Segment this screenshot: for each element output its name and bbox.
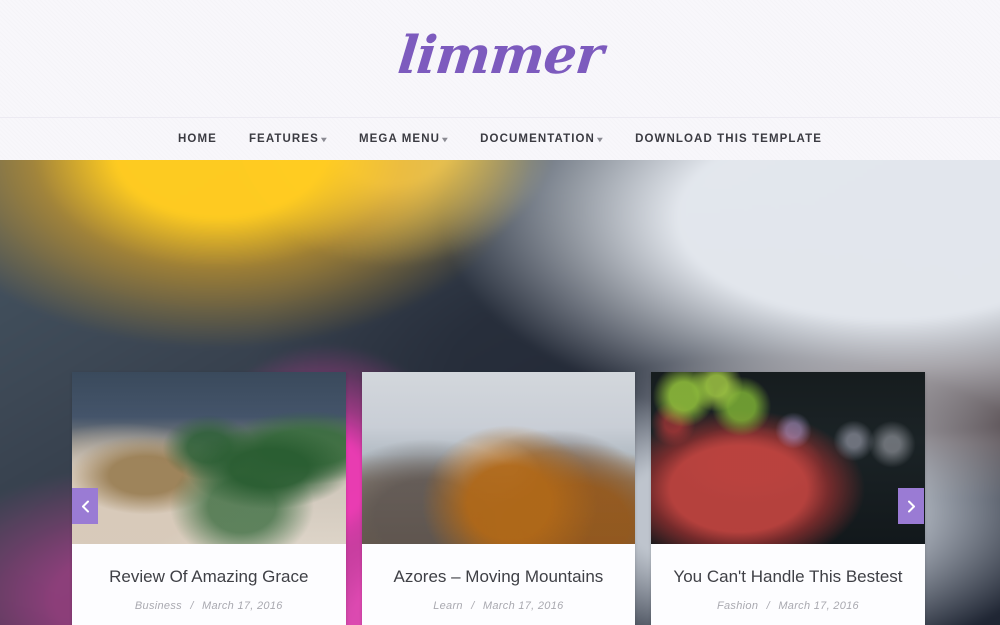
post-meta: Fashion / March 17, 2016 bbox=[665, 600, 911, 612]
nav-label-mega-menu: MEGA MENU bbox=[358, 132, 441, 145]
post-card-body: Azores – Moving Mountains Learn / March … bbox=[362, 544, 636, 625]
meta-separator: / bbox=[190, 600, 194, 613]
post-thumbnail-image bbox=[72, 372, 346, 544]
nav-label-features: FEATURES bbox=[248, 132, 319, 145]
post-card[interactable]: Review Of Amazing Grace Business / March… bbox=[72, 372, 346, 625]
site-header: limmer HOME FEATURES ▾ MEGA MENU ▾ DOCUM… bbox=[0, 0, 1000, 160]
post-category[interactable]: Fashion bbox=[717, 600, 758, 612]
nav-label-download-template: DOWNLOAD THIS TEMPLATE bbox=[635, 132, 822, 145]
post-thumbnail-image bbox=[361, 372, 636, 544]
chevron-left-icon bbox=[81, 500, 89, 512]
post-title[interactable]: Review Of Amazing Grace bbox=[86, 566, 332, 588]
post-meta: Business / March 17, 2016 bbox=[86, 600, 332, 612]
post-meta: Learn / March 17, 2016 bbox=[376, 600, 622, 612]
chevron-right-icon bbox=[907, 500, 915, 512]
post-date: March 17, 2016 bbox=[482, 600, 564, 613]
nav-item-download-template[interactable]: DOWNLOAD THIS TEMPLATE bbox=[619, 133, 838, 145]
post-title[interactable]: Azores – Moving Mountains bbox=[376, 566, 622, 588]
post-card-list: Review Of Amazing Grace Business / March… bbox=[72, 372, 925, 625]
post-card[interactable]: You Can't Handle This Bestest Fashion / … bbox=[651, 372, 925, 625]
post-card-body: You Can't Handle This Bestest Fashion / … bbox=[651, 544, 925, 625]
carousel-next-button[interactable] bbox=[898, 488, 924, 524]
chevron-down-icon: ▾ bbox=[321, 135, 328, 144]
nav-label-documentation: DOCUMENTATION bbox=[480, 132, 595, 145]
post-card[interactable]: Azores – Moving Mountains Learn / March … bbox=[361, 372, 636, 625]
nav-item-features[interactable]: FEATURES ▾ bbox=[233, 133, 343, 145]
post-category[interactable]: Learn bbox=[433, 600, 463, 612]
post-thumbnail-image bbox=[651, 372, 925, 544]
chevron-down-icon: ▾ bbox=[442, 135, 449, 144]
post-date: March 17, 2016 bbox=[202, 600, 283, 613]
post-date: March 17, 2016 bbox=[778, 600, 859, 613]
nav-item-home[interactable]: HOME bbox=[162, 133, 233, 145]
site-logo[interactable]: limmer bbox=[395, 25, 605, 88]
post-title[interactable]: You Can't Handle This Bestest bbox=[665, 566, 911, 588]
chevron-down-icon: ▾ bbox=[597, 135, 604, 144]
nav-item-documentation[interactable]: DOCUMENTATION ▾ bbox=[464, 133, 619, 145]
logo-area: limmer bbox=[0, 0, 1000, 118]
hero-inner: Review Of Amazing Grace Business / March… bbox=[0, 160, 1000, 625]
nav-label-home: HOME bbox=[178, 132, 217, 145]
meta-separator: / bbox=[766, 600, 770, 613]
carousel-prev-button[interactable] bbox=[72, 488, 98, 524]
nav-item-mega-menu[interactable]: MEGA MENU ▾ bbox=[343, 133, 464, 145]
post-category[interactable]: Business bbox=[135, 600, 182, 612]
post-card-body: Review Of Amazing Grace Business / March… bbox=[72, 544, 346, 625]
meta-separator: / bbox=[471, 600, 475, 613]
main-navigation: HOME FEATURES ▾ MEGA MENU ▾ DOCUMENTATIO… bbox=[0, 118, 1000, 159]
hero-slider: Review Of Amazing Grace Business / March… bbox=[0, 160, 1000, 625]
